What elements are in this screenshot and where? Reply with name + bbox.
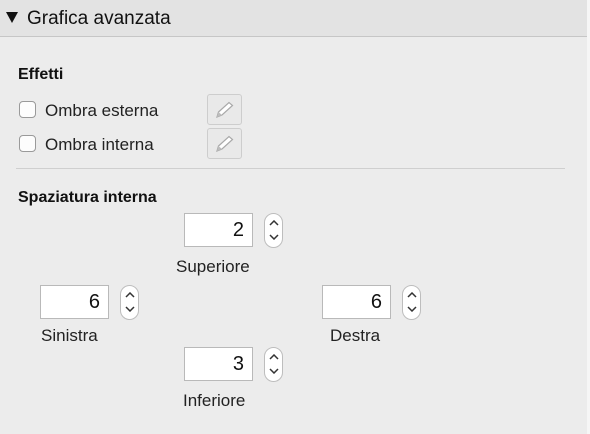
padding-left-label: Sinistra (41, 326, 98, 345)
chevron-down-icon[interactable] (269, 368, 279, 374)
padding-top-stepper[interactable] (264, 213, 283, 248)
outer-shadow-label[interactable]: Ombra esterna (45, 101, 158, 121)
pencil-icon (216, 135, 234, 153)
effects-title: Effetti (18, 66, 64, 83)
section-header-title: Grafica avanzata (27, 8, 171, 29)
chevron-up-icon[interactable] (125, 292, 135, 298)
padding-left-stepper[interactable] (120, 285, 139, 320)
padding-top-field[interactable]: 2 (184, 213, 253, 247)
section-divider (16, 168, 565, 169)
inner-shadow-label[interactable]: Ombra interna (45, 135, 154, 155)
disclosure-triangle-down-icon[interactable] (6, 12, 18, 23)
chevron-down-icon[interactable] (269, 234, 279, 240)
padding-top-label: Superiore (176, 257, 250, 276)
outer-shadow-checkbox[interactable] (19, 101, 36, 118)
padding-bottom-stepper[interactable] (264, 347, 283, 382)
inner-shadow-checkbox[interactable] (19, 135, 36, 152)
padding-right-label: Destra (330, 326, 381, 345)
padding-left-field[interactable]: 6 (40, 285, 109, 319)
pencil-icon (216, 101, 234, 119)
padding-title: Spaziatura interna (18, 189, 157, 206)
padding-bottom-field[interactable]: 3 (184, 347, 253, 381)
outer-shadow-edit-button[interactable] (207, 94, 242, 125)
chevron-up-icon[interactable] (407, 292, 417, 298)
advanced-graphics-panel: Grafica avanzata Effetti Ombra esterna O… (0, 0, 588, 434)
padding-right-stepper[interactable] (402, 285, 421, 320)
chevron-down-icon[interactable] (407, 306, 417, 312)
chevron-up-icon[interactable] (269, 220, 279, 226)
chevron-down-icon[interactable] (125, 306, 135, 312)
inner-shadow-edit-button[interactable] (207, 128, 242, 159)
section-header[interactable]: Grafica avanzata (0, 0, 587, 37)
padding-right-field[interactable]: 6 (322, 285, 391, 319)
padding-bottom-label: Inferiore (183, 391, 246, 410)
chevron-up-icon[interactable] (269, 354, 279, 360)
